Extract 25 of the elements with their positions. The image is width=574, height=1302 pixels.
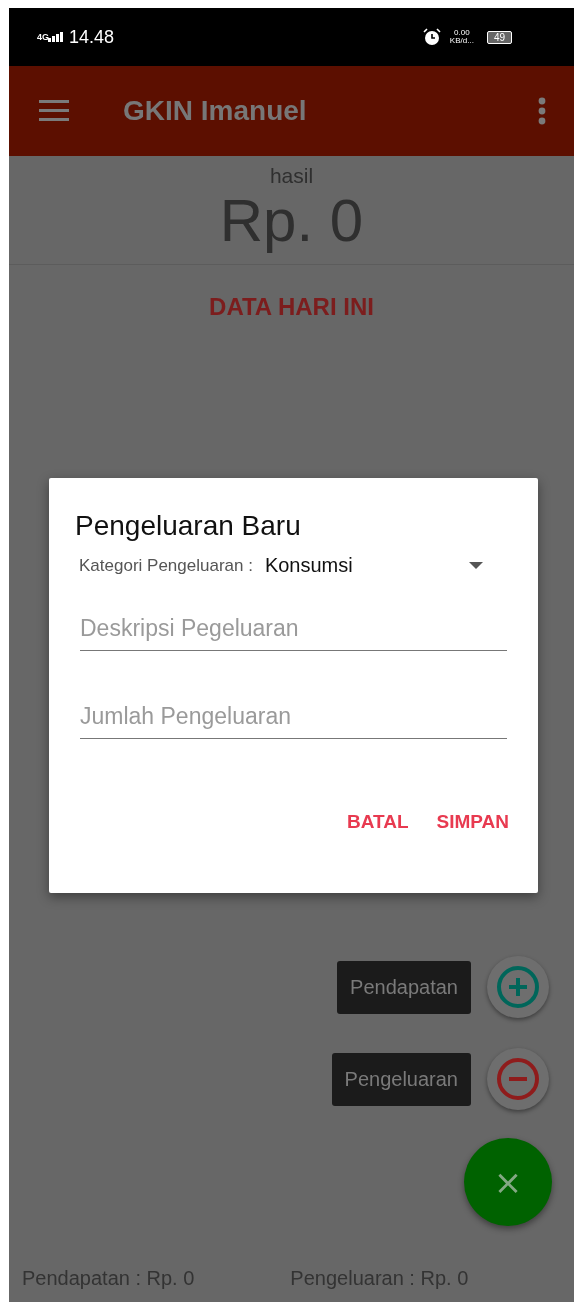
dropdown-icon <box>469 561 483 570</box>
app-title: GKIN Imanuel <box>123 95 307 127</box>
subtract-button[interactable] <box>487 1048 549 1110</box>
network-label: 4G <box>37 32 47 42</box>
result-label: hasil <box>269 164 314 188</box>
speed-unit: KB/d... <box>449 37 474 45</box>
alarm-icon <box>422 28 441 46</box>
dialog-button[interactable]: SIMPAN <box>424 801 521 843</box>
speed-value: 0.00 <box>454 29 470 37</box>
menu-icon[interactable] <box>39 100 69 122</box>
action-label[interactable]: Pengeluaran <box>331 1052 471 1106</box>
battery-level: 49 <box>486 30 512 44</box>
signal-icon <box>48 32 64 42</box>
clock-time: 14.48 <box>69 26 115 48</box>
result-amount: Rp. 0 <box>219 188 364 254</box>
input-field[interactable]: Jumlah Pengeluaran <box>80 703 507 739</box>
more-options-icon[interactable] <box>538 97 546 125</box>
category-label: Kategori Pengeluaran : <box>79 555 253 576</box>
section-title: DATA HARI INI <box>208 293 375 321</box>
dialog-title: Pengeluaran Baru <box>75 510 302 542</box>
close-button[interactable]: × <box>464 1138 552 1226</box>
action-label[interactable]: Pendapatan <box>337 960 471 1014</box>
dialog-button[interactable]: BATAL <box>334 801 421 843</box>
category-dropdown[interactable]: Konsumsi <box>264 554 507 577</box>
input-field[interactable]: Deskripsi Pegeluaran <box>80 615 507 651</box>
